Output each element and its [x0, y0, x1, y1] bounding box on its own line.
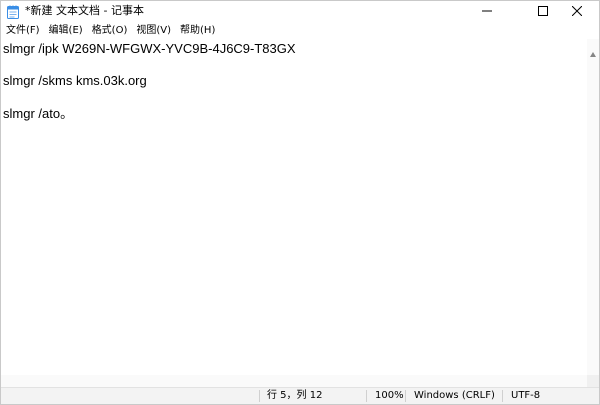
status-divider [502, 390, 503, 402]
window-title: *新建 文本文档 - 记事本 [25, 4, 144, 17]
line-ending: Windows (CRLF) [414, 390, 495, 401]
close-button[interactable] [555, 1, 599, 21]
menu-file[interactable]: 文件(F) [3, 24, 43, 38]
notepad-icon [7, 4, 19, 19]
scroll-up-icon[interactable] [590, 42, 596, 57]
scroll-down-icon[interactable] [590, 367, 596, 382]
cursor-position: 行 5，列 12 [267, 390, 323, 401]
close-icon [572, 6, 582, 16]
notepad-window: *新建 文本文档 - 记事本 文件(F) 编辑(E) 格式(O) 视图(V) 帮… [0, 0, 600, 405]
menu-help[interactable]: 帮助(H) [177, 24, 218, 38]
status-divider [259, 390, 260, 402]
horizontal-scrollbar[interactable] [1, 375, 587, 393]
minimize-button[interactable] [465, 1, 509, 21]
title-bar[interactable]: *新建 文本文档 - 记事本 [1, 1, 599, 21]
status-divider [366, 390, 367, 402]
zoom-level: 100% [375, 390, 404, 401]
scrollbar-corner [587, 375, 599, 387]
status-divider [405, 390, 406, 402]
text-editor[interactable]: slmgr /ipk W269N-WFGWX-YVC9B-4J6C9-T83GX… [1, 39, 587, 375]
scroll-left-icon[interactable] [4, 378, 9, 393]
status-bar: 行 5，列 12 100% Windows (CRLF) UTF-8 [1, 387, 599, 404]
minimize-icon [482, 6, 492, 16]
editor-line: slmgr /ato。 [3, 106, 74, 121]
maximize-icon [538, 6, 548, 16]
menu-view[interactable]: 视图(V) [133, 24, 174, 38]
text-encoding: UTF-8 [511, 390, 541, 401]
editor-line: slmgr /ipk W269N-WFGWX-YVC9B-4J6C9-T83GX [3, 41, 296, 56]
menu-format[interactable]: 格式(O) [89, 24, 131, 38]
vertical-scrollbar[interactable] [587, 39, 599, 382]
editor-line: slmgr /skms kms.03k.org [3, 73, 147, 88]
menu-bar: 文件(F) 编辑(E) 格式(O) 视图(V) 帮助(H) [1, 22, 599, 39]
scroll-right-icon[interactable] [579, 378, 584, 393]
menu-edit[interactable]: 编辑(E) [46, 24, 86, 38]
